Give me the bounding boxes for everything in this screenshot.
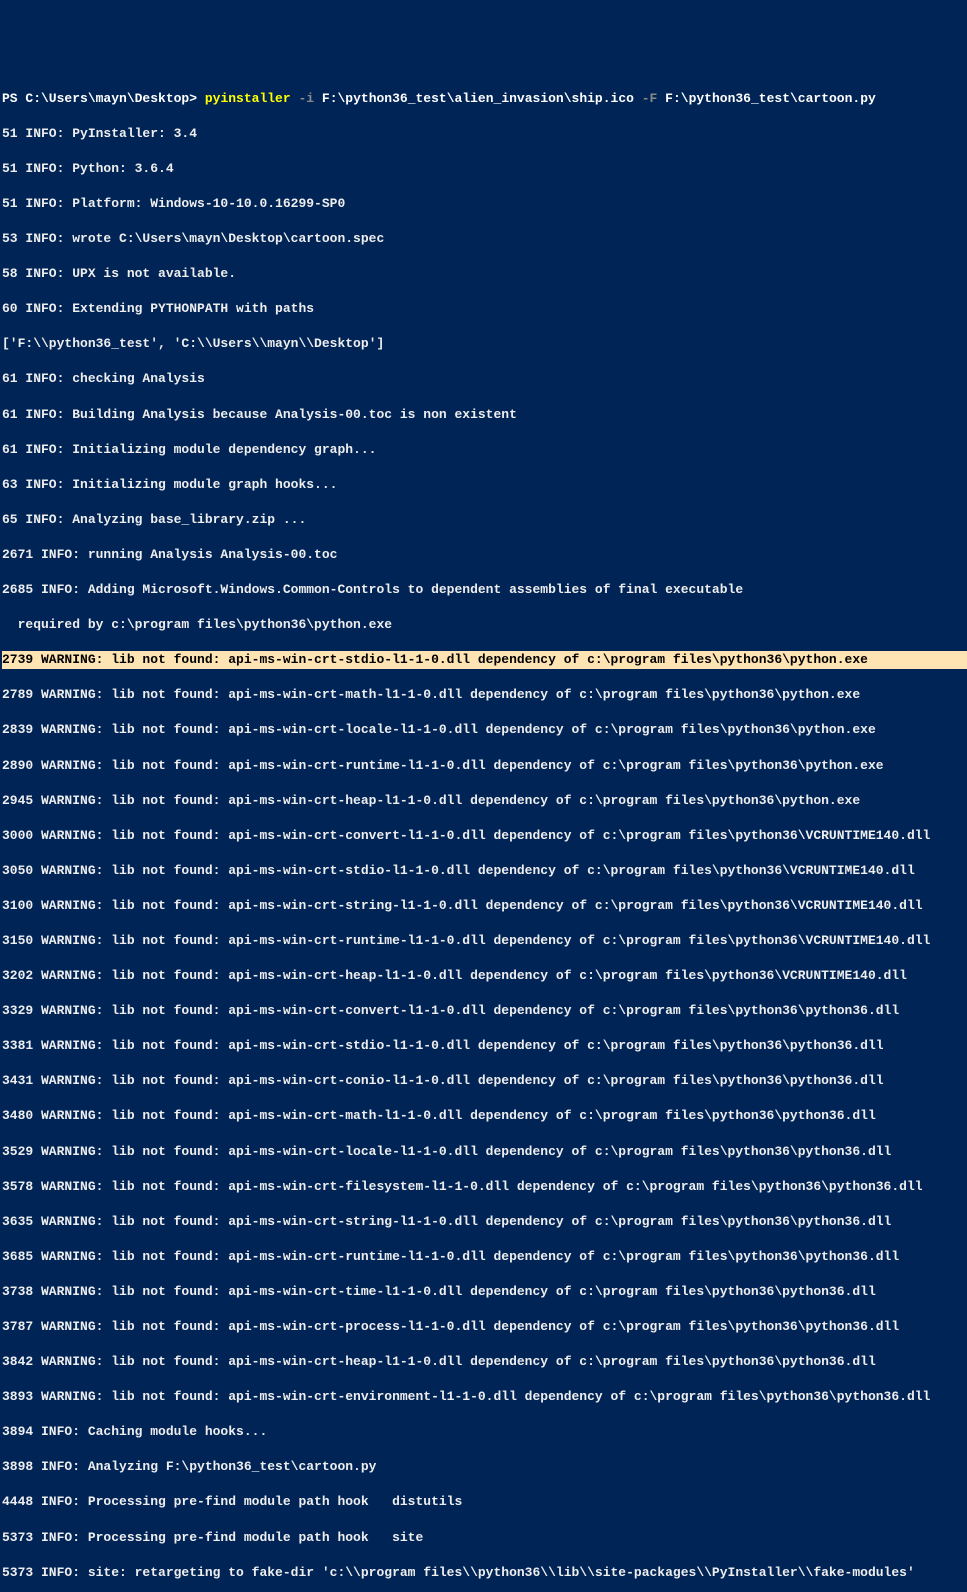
- warning-line: 3635 WARNING: lib not found: api-ms-win-…: [2, 1213, 967, 1231]
- output-line: 61 INFO: Initializing module dependency …: [2, 441, 967, 459]
- warning-line: 3738 WARNING: lib not found: api-ms-win-…: [2, 1283, 967, 1301]
- warning-line: 3000 WARNING: lib not found: api-ms-win-…: [2, 827, 967, 845]
- output-line: 2685 INFO: Adding Microsoft.Windows.Comm…: [2, 581, 967, 599]
- warning-line: 2890 WARNING: lib not found: api-ms-win-…: [2, 757, 967, 775]
- warning-line: 2839 WARNING: lib not found: api-ms-win-…: [2, 721, 967, 739]
- warning-line: 3329 WARNING: lib not found: api-ms-win-…: [2, 1002, 967, 1020]
- warning-line: 3578 WARNING: lib not found: api-ms-win-…: [2, 1178, 967, 1196]
- highlighted-warning: 2739 WARNING: lib not found: api-ms-win-…: [2, 651, 967, 669]
- output-line: 51 INFO: Platform: Windows-10-10.0.16299…: [2, 195, 967, 213]
- warning-line: 3202 WARNING: lib not found: api-ms-win-…: [2, 967, 967, 985]
- arg-script: F:\python36_test\cartoon.py: [665, 91, 876, 106]
- warning-line: 3381 WARNING: lib not found: api-ms-win-…: [2, 1037, 967, 1055]
- output-line: 3898 INFO: Analyzing F:\python36_test\ca…: [2, 1458, 967, 1476]
- output-line: 51 INFO: Python: 3.6.4: [2, 160, 967, 178]
- arg-icon: F:\python36_test\alien_invasion\ship.ico: [322, 91, 634, 106]
- output-line: required by c:\program files\python36\py…: [2, 616, 967, 634]
- warning-line: 3893 WARNING: lib not found: api-ms-win-…: [2, 1388, 967, 1406]
- output-line: 61 INFO: checking Analysis: [2, 370, 967, 388]
- output-line: 51 INFO: PyInstaller: 3.4: [2, 125, 967, 143]
- warning-line: 2945 WARNING: lib not found: api-ms-win-…: [2, 792, 967, 810]
- output-line: 58 INFO: UPX is not available.: [2, 265, 967, 283]
- output-line: 63 INFO: Initializing module graph hooks…: [2, 476, 967, 494]
- flag-i: -i: [291, 91, 322, 106]
- output-line: 5373 INFO: Processing pre-find module pa…: [2, 1529, 967, 1547]
- output-line: ['F:\\python36_test', 'C:\\Users\\mayn\\…: [2, 335, 967, 353]
- warning-line: 3842 WARNING: lib not found: api-ms-win-…: [2, 1353, 967, 1371]
- output-line: 65 INFO: Analyzing base_library.zip ...: [2, 511, 967, 529]
- flag-f: -F: [634, 91, 665, 106]
- warning-line: 3431 WARNING: lib not found: api-ms-win-…: [2, 1072, 967, 1090]
- output-line: 53 INFO: wrote C:\Users\mayn\Desktop\car…: [2, 230, 967, 248]
- output-line: 4448 INFO: Processing pre-find module pa…: [2, 1493, 967, 1511]
- warning-line: 3529 WARNING: lib not found: api-ms-win-…: [2, 1143, 967, 1161]
- command: pyinstaller: [205, 91, 291, 106]
- output-line: 5373 INFO: site: retargeting to fake-dir…: [2, 1564, 967, 1582]
- warning-line: 3100 WARNING: lib not found: api-ms-win-…: [2, 897, 967, 915]
- ps-prompt: PS C:\Users\mayn\Desktop>: [2, 91, 205, 106]
- warning-line: 3150 WARNING: lib not found: api-ms-win-…: [2, 932, 967, 950]
- prompt-line: PS C:\Users\mayn\Desktop> pyinstaller -i…: [2, 90, 967, 108]
- output-line: 60 INFO: Extending PYTHONPATH with paths: [2, 300, 967, 318]
- warning-line: 3787 WARNING: lib not found: api-ms-win-…: [2, 1318, 967, 1336]
- terminal-window[interactable]: PS C:\Users\mayn\Desktop> pyinstaller -i…: [0, 70, 967, 1592]
- warning-line: 2789 WARNING: lib not found: api-ms-win-…: [2, 686, 967, 704]
- warning-line: 3685 WARNING: lib not found: api-ms-win-…: [2, 1248, 967, 1266]
- output-line: 3894 INFO: Caching module hooks...: [2, 1423, 967, 1441]
- output-line: 2671 INFO: running Analysis Analysis-00.…: [2, 546, 967, 564]
- warning-line: 3050 WARNING: lib not found: api-ms-win-…: [2, 862, 967, 880]
- output-line: 61 INFO: Building Analysis because Analy…: [2, 406, 967, 424]
- warning-line: 3480 WARNING: lib not found: api-ms-win-…: [2, 1107, 967, 1125]
